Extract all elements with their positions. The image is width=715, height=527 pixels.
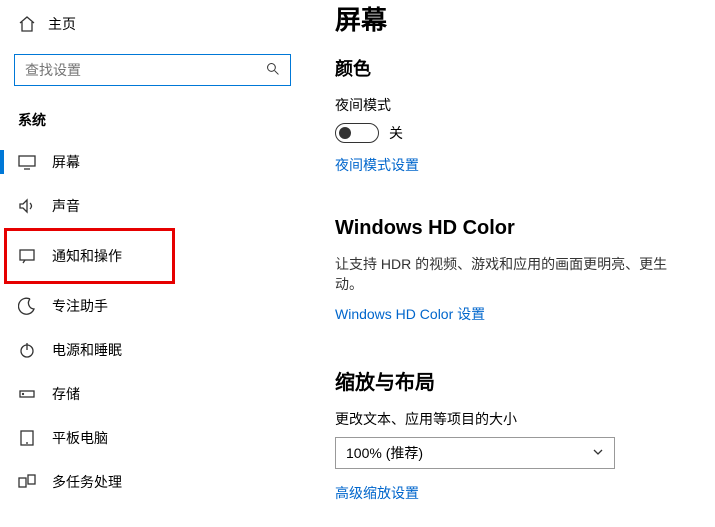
monitor-icon	[18, 153, 36, 171]
search-input[interactable]	[25, 62, 266, 78]
storage-icon	[18, 385, 36, 403]
sidebar-item-label: 专注助手	[52, 296, 108, 316]
scale-select[interactable]: 100% (推荐)	[335, 437, 615, 469]
home-label: 主页	[48, 14, 76, 34]
content-pane: 屏幕 颜色 夜间模式 关 夜间模式设置 Windows HD Color 让支持…	[305, 0, 715, 508]
night-mode-toggle[interactable]	[335, 123, 379, 143]
page-title: 屏幕	[335, 0, 695, 37]
sidebar-item-storage[interactable]: 存储	[0, 372, 305, 416]
hdcolor-desc: 让支持 HDR 的视频、游戏和应用的画面更明亮、更生动。	[335, 254, 695, 294]
color-heading: 颜色	[335, 55, 695, 81]
search-icon	[266, 62, 280, 79]
night-mode-settings-link[interactable]: 夜间模式设置	[335, 155, 419, 175]
sidebar-item-label: 声音	[52, 196, 80, 216]
night-mode-label: 夜间模式	[335, 95, 695, 115]
sidebar-item-power[interactable]: 电源和睡眠	[0, 328, 305, 372]
sidebar-item-label: 平板电脑	[52, 428, 108, 448]
chevron-down-icon	[592, 446, 604, 461]
hdcolor-heading: Windows HD Color	[335, 217, 695, 240]
scale-select-value: 100% (推荐)	[346, 443, 423, 463]
settings-sidebar: 主页 系统 屏幕 声音 通知和操作 专注助手 电源和睡眠	[0, 0, 305, 508]
sidebar-section-title: 系统	[0, 86, 305, 140]
search-box[interactable]	[14, 54, 291, 86]
power-icon	[18, 341, 36, 359]
scale-heading: 缩放与布局	[335, 366, 695, 395]
sidebar-item-sound[interactable]: 声音	[0, 184, 305, 228]
home-nav[interactable]: 主页	[0, 8, 305, 40]
sidebar-item-label: 存储	[52, 384, 80, 404]
sidebar-item-multitask[interactable]: 多任务处理	[0, 460, 305, 504]
tablet-icon	[18, 429, 36, 447]
sidebar-item-tablet[interactable]: 平板电脑	[0, 416, 305, 460]
sidebar-item-notifications[interactable]: 通知和操作	[4, 228, 175, 284]
notification-icon	[18, 247, 36, 265]
moon-icon	[18, 297, 36, 315]
sound-icon	[18, 197, 36, 215]
scale-label: 更改文本、应用等项目的大小	[335, 409, 695, 429]
multitask-icon	[18, 473, 36, 491]
sidebar-item-display[interactable]: 屏幕	[0, 140, 305, 184]
sidebar-item-label: 多任务处理	[52, 472, 122, 492]
toggle-state-text: 关	[389, 123, 403, 143]
advanced-scale-link[interactable]: 高级缩放设置	[335, 483, 419, 503]
sidebar-item-label: 屏幕	[52, 152, 80, 172]
home-icon	[18, 15, 36, 33]
sidebar-item-label: 电源和睡眠	[52, 340, 122, 360]
sidebar-item-label: 通知和操作	[52, 246, 122, 266]
hdcolor-link[interactable]: Windows HD Color 设置	[335, 304, 485, 324]
sidebar-item-focus[interactable]: 专注助手	[0, 284, 305, 328]
